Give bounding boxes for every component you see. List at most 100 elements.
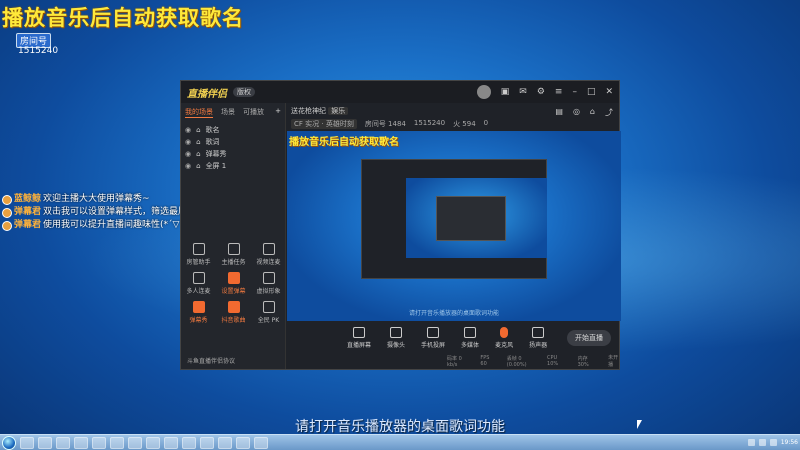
taskbar-app[interactable]	[56, 436, 70, 449]
maximize-icon[interactable]: □	[587, 87, 596, 97]
app-logo: 直播伴侣	[187, 88, 227, 100]
lock-icon[interactable]: ⌂	[196, 126, 200, 134]
header-icons: ▤ ◎ ⌂ ⤴	[555, 107, 613, 118]
category-tag[interactable]: 娱乐	[328, 107, 349, 115]
tool-button[interactable]: 设置弹幕	[216, 272, 251, 295]
play-icon	[464, 327, 477, 338]
taskbar: 19:56	[0, 434, 800, 450]
tool-label: 弹幕秀	[189, 317, 208, 324]
mail-icon[interactable]: ✉	[519, 87, 527, 97]
eye-icon[interactable]: ◉	[185, 126, 191, 134]
settings-icon[interactable]: ⚙	[537, 87, 545, 97]
tool-button[interactable]: 弹幕秀	[181, 301, 216, 324]
mic-button[interactable]: 麦克风	[495, 327, 513, 349]
tool-button[interactable]: 虚拟形象	[251, 272, 286, 295]
taskbar-app[interactable]	[182, 436, 196, 449]
cpu: CPU 10%	[547, 355, 559, 367]
lock-icon[interactable]: ⌂	[196, 138, 200, 146]
taskbar-app[interactable]	[128, 436, 142, 449]
stream-info: CF 实况 · 英雄时刻 房间号 1484 1515240 火 594 0	[291, 119, 615, 129]
tool-button[interactable]: 视频连麦	[251, 243, 286, 266]
button-label: 手机投屏	[421, 342, 446, 349]
hot-count: 火 594	[453, 120, 476, 128]
list-item[interactable]: ◉ ⌂ 全屏 1	[185, 160, 281, 172]
lock-icon[interactable]: ⌂	[196, 162, 200, 170]
stream-header: 送花枪神纪 娱乐 CF 实况 · 英雄时刻 房间号 1484 1515240 火…	[287, 103, 619, 131]
taskbar-app[interactable]	[74, 436, 88, 449]
start-button[interactable]	[2, 435, 16, 450]
game-tag[interactable]: CF 实况 · 英雄时刻	[291, 119, 357, 129]
eye-icon[interactable]: ◉	[185, 162, 191, 170]
taskbar-app[interactable]	[200, 436, 214, 449]
start-live-button[interactable]: 开始直播	[567, 330, 611, 346]
tool-button[interactable]: 抖音歌曲	[216, 301, 251, 324]
bitrate: 码率 0 kb/s	[447, 355, 462, 368]
tool-icon	[227, 272, 240, 284]
version-badge: 版权	[233, 87, 255, 97]
button-label: 麦克风	[495, 342, 514, 349]
tool-button[interactable]: 全民 PK	[251, 301, 286, 324]
stream-preview[interactable]: 播放音乐后自动获取歌名 请打开音乐播放器的桌面歌词功能	[287, 131, 621, 321]
tab-scenes[interactable]: 场景	[221, 107, 235, 118]
list-item[interactable]: ◉ ⌂ 弹幕秀	[185, 148, 281, 160]
taskbar-app[interactable]	[218, 436, 232, 449]
taskbar-app[interactable]	[236, 436, 250, 449]
network-icon[interactable]	[747, 439, 755, 446]
tool-icon	[227, 243, 240, 255]
eye-icon[interactable]: ◉	[185, 150, 191, 158]
chat-message: 弹幕君 双击我可以设置弹幕样式，筛选最屏搜~	[2, 206, 204, 219]
ime-icon[interactable]	[769, 439, 777, 446]
lyrics-subtitle: 请打开音乐播放器的桌面歌词功能	[295, 419, 505, 435]
window-titlebar[interactable]: 直播伴侣 版权 ▣ ✉ ⚙ ≡ – □ ✕	[181, 81, 619, 103]
taskbar-app[interactable]	[92, 436, 106, 449]
taskbar-app[interactable]	[164, 436, 178, 449]
tool-label: 虚拟形象	[256, 288, 281, 295]
agreement-link[interactable]: 斗鱼直播伴侣协议	[187, 356, 235, 365]
tool-button[interactable]: 主播任务	[216, 243, 251, 266]
tool-button[interactable]: 多人连麦	[181, 272, 216, 295]
taskbar-app[interactable]	[20, 436, 34, 449]
button-label: 摄像头	[387, 342, 406, 349]
screen-capture-button[interactable]: 直播屏幕	[347, 327, 371, 349]
monitor-icon	[353, 327, 365, 338]
clock[interactable]: 19:56	[781, 439, 798, 446]
share-icon[interactable]: ⤴	[605, 107, 613, 118]
menu-icon[interactable]: ≡	[555, 87, 563, 97]
stream-title[interactable]: 送花枪神纪	[291, 107, 326, 115]
scene-tabs: 我的场景 场景 可播放 +	[181, 103, 285, 122]
list-item[interactable]: ◉ ⌂ 歌名	[185, 124, 281, 136]
gift-icon[interactable]: ▣	[501, 87, 510, 97]
camera-button[interactable]: 摄像头	[387, 327, 405, 349]
taskbar-app[interactable]	[38, 436, 52, 449]
list-item[interactable]: ◉ ⌂ 歌词	[185, 136, 281, 148]
close-icon[interactable]: ✕	[605, 87, 613, 97]
media-button[interactable]: 多媒体	[461, 327, 479, 349]
button-label: 扬声器	[529, 342, 548, 349]
phone-cast-button[interactable]: 手机投屏	[421, 327, 445, 349]
avatar	[2, 207, 12, 218]
tool-icon	[262, 243, 275, 255]
window-controls: ▣ ✉ ⚙ ≡ – □ ✕	[476, 85, 613, 99]
tool-button[interactable]: 房管助手	[181, 243, 216, 266]
tab-playable[interactable]: 可播放	[243, 107, 264, 118]
screenshot-icon[interactable]: ▤	[555, 107, 563, 118]
record-icon[interactable]: ◎	[573, 107, 580, 118]
add-icon[interactable]: +	[275, 107, 281, 118]
speaker-button[interactable]: 扬声器	[529, 327, 547, 349]
eye-icon[interactable]: ◉	[185, 138, 191, 146]
tool-label: 多人连麦	[186, 288, 211, 295]
chat-text: 欢迎主播大大使用弹幕秀~	[43, 194, 150, 204]
scene-label: 歌词	[205, 138, 220, 146]
tool-icon	[192, 272, 205, 284]
avatar[interactable]	[476, 85, 491, 99]
taskbar-app[interactable]	[254, 436, 268, 449]
volume-icon[interactable]	[758, 439, 766, 446]
tool-icon	[192, 301, 205, 313]
lock-icon[interactable]: ⌂	[196, 150, 200, 158]
preview-subtitle: 请打开音乐播放器的桌面歌词功能	[408, 310, 499, 317]
taskbar-app[interactable]	[146, 436, 160, 449]
taskbar-app[interactable]	[110, 436, 124, 449]
minimize-icon[interactable]: –	[572, 87, 577, 97]
lock-icon[interactable]: ⌂	[590, 107, 595, 118]
tab-my-scenes[interactable]: 我的场景	[185, 107, 213, 118]
